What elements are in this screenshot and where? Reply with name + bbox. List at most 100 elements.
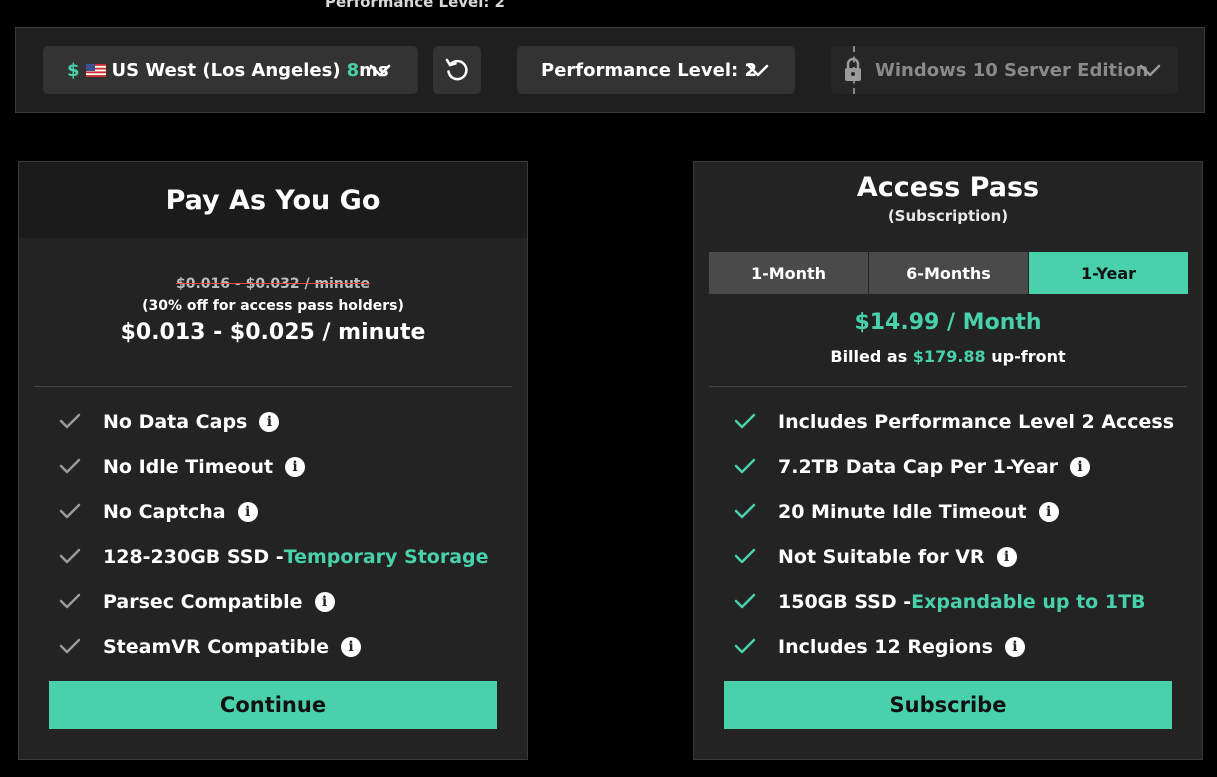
- toolbar: $ US West (Los Angeles) 8 ms Performance …: [15, 27, 1205, 113]
- info-icon[interactable]: i: [996, 546, 1017, 567]
- billing-period-tabs: 1-Month 6-Months 1-Year: [709, 252, 1188, 294]
- currency-symbol: $: [67, 59, 80, 81]
- feature-label: Parsec Compatible: [103, 590, 303, 613]
- info-icon[interactable]: i: [259, 411, 280, 432]
- feature-list: Includes Performance Level 2 Access 7.2TB…: [694, 399, 1202, 669]
- feature-label: 20 Minute Idle Timeout: [778, 500, 1027, 523]
- feature-text: Parsec Compatible i: [103, 591, 335, 613]
- feature-text: 150GB SSD - Expandable up to 1TB: [778, 591, 1146, 613]
- check-icon: [734, 413, 756, 429]
- subscribe-button[interactable]: Subscribe: [724, 681, 1172, 729]
- billed-note: Billed as $179.88 up-front: [694, 347, 1202, 366]
- feature-item: No Captcha i: [19, 489, 527, 534]
- feature-item: Includes 12 Regions i: [694, 624, 1202, 669]
- billed-prefix: Billed as: [830, 347, 913, 366]
- price-block: $0.016 - $0.032 / minute (30% off for ac…: [19, 238, 527, 387]
- check-icon: [734, 638, 756, 654]
- info-icon[interactable]: i: [285, 456, 306, 477]
- info-icon[interactable]: i: [1038, 501, 1059, 522]
- feature-item: Not Suitable for VR i: [694, 534, 1202, 579]
- feature-item: Parsec Compatible i: [19, 579, 527, 624]
- check-icon: [734, 503, 756, 519]
- check-icon: [734, 593, 756, 609]
- feature-text: Not Suitable for VR i: [778, 546, 1017, 568]
- continue-button[interactable]: Continue: [49, 681, 497, 729]
- card-header: Pay As You Go: [19, 162, 527, 238]
- performance-label: Performance Level: 2: [541, 59, 757, 81]
- old-price: $0.016 - $0.032 / minute: [176, 276, 370, 292]
- feature-item: 150GB SSD - Expandable up to 1TB: [694, 579, 1202, 624]
- info-icon[interactable]: i: [1004, 636, 1025, 657]
- price: $0.013 - $0.025 / minute: [120, 320, 426, 345]
- feature-label: Not Suitable for VR: [778, 545, 985, 568]
- divider: [34, 386, 512, 387]
- feature-label: Includes 12 Regions: [778, 635, 993, 658]
- chevron-down-icon: [747, 64, 769, 77]
- feature-item: 20 Minute Idle Timeout i: [694, 489, 1202, 534]
- tab-1-year[interactable]: 1-Year: [1029, 252, 1188, 294]
- feature-text: Includes 12 Regions i: [778, 636, 1025, 658]
- os-dropdown: Windows 10 Server Edition: [831, 46, 1178, 94]
- performance-level-heading: Performance Level: 2: [325, 0, 505, 11]
- card-title: Pay As You Go: [165, 184, 381, 216]
- latency-value: 8: [346, 59, 360, 81]
- pay-as-you-go-card: Pay As You Go $0.016 - $0.032 / minute (…: [18, 161, 528, 760]
- feature-highlight[interactable]: Temporary Storage: [284, 546, 489, 568]
- feature-label: Includes Performance Level 2 Access: [778, 410, 1175, 433]
- feature-label: 7.2TB Data Cap Per 1-Year: [778, 455, 1059, 478]
- check-icon: [59, 503, 81, 519]
- check-icon: [59, 638, 81, 654]
- tab-1-month[interactable]: 1-Month: [709, 252, 869, 294]
- feature-text: SteamVR Compatible i: [103, 635, 362, 658]
- billed-amount: $179.88: [912, 347, 986, 366]
- feature-item: No Data Caps i: [19, 399, 527, 444]
- feature-label: SteamVR Compatible: [103, 635, 330, 658]
- info-icon[interactable]: i: [341, 636, 362, 657]
- card-subtitle: (Subscription): [887, 207, 1009, 225]
- feature-label: No Captcha: [103, 500, 226, 523]
- info-icon[interactable]: i: [1070, 456, 1091, 477]
- region-dropdown[interactable]: $ US West (Los Angeles) 8 ms: [43, 46, 418, 94]
- discount-note: (30% off for access pass holders): [142, 298, 404, 314]
- lock-icon: [845, 57, 861, 81]
- chevron-down-icon: [369, 64, 391, 77]
- feature-text: No Data Caps i: [103, 410, 280, 433]
- feature-item: Includes Performance Level 2 Access: [694, 399, 1202, 444]
- card-title: Access Pass: [856, 172, 1040, 203]
- check-icon: [734, 458, 756, 474]
- feature-label: No Data Caps: [103, 410, 248, 433]
- feature-item: SteamVR Compatible i: [19, 624, 527, 669]
- check-icon: [59, 458, 81, 474]
- info-icon[interactable]: i: [314, 591, 335, 612]
- feature-text: Includes Performance Level 2 Access: [778, 411, 1174, 433]
- check-icon: [734, 548, 756, 564]
- feature-item: 128-230GB SSD - Temporary Storage: [19, 534, 527, 579]
- feature-item: No Idle Timeout i: [19, 444, 527, 489]
- feature-text: 128-230GB SSD - Temporary Storage: [103, 546, 489, 568]
- tab-6-months[interactable]: 6-Months: [869, 252, 1029, 294]
- chevron-down-icon: [1139, 64, 1161, 77]
- feature-text: No Captcha i: [103, 501, 258, 523]
- card-header: Access Pass (Subscription): [694, 162, 1202, 225]
- check-icon: [59, 593, 81, 609]
- refresh-icon: [445, 58, 468, 81]
- price: $14.99 / Month: [854, 310, 1042, 335]
- feature-list: No Data Caps i No Idle Timeout i No Captcha i…: [19, 399, 527, 669]
- check-icon: [59, 413, 81, 429]
- feature-text: 20 Minute Idle Timeout i: [778, 501, 1059, 523]
- performance-dropdown[interactable]: Performance Level: 2: [517, 46, 795, 94]
- feature-label: 128-230GB SSD -: [103, 545, 284, 568]
- divider: [709, 386, 1187, 387]
- feature-text: No Idle Timeout i: [103, 455, 306, 478]
- feature-label: No Idle Timeout: [103, 455, 274, 478]
- reset-button[interactable]: [433, 46, 481, 94]
- billed-suffix: up-front: [985, 347, 1066, 366]
- feature-highlight[interactable]: Expandable up to 1TB: [911, 591, 1145, 613]
- feature-item: 7.2TB Data Cap Per 1-Year i: [694, 444, 1202, 489]
- access-pass-card: Access Pass (Subscription) 1-Month 6-Mont…: [693, 161, 1203, 760]
- feature-text: 7.2TB Data Cap Per 1-Year i: [778, 455, 1091, 478]
- check-icon: [59, 548, 81, 564]
- us-flag-icon: [85, 63, 106, 77]
- info-icon[interactable]: i: [237, 501, 258, 522]
- feature-label: 150GB SSD -: [778, 590, 912, 613]
